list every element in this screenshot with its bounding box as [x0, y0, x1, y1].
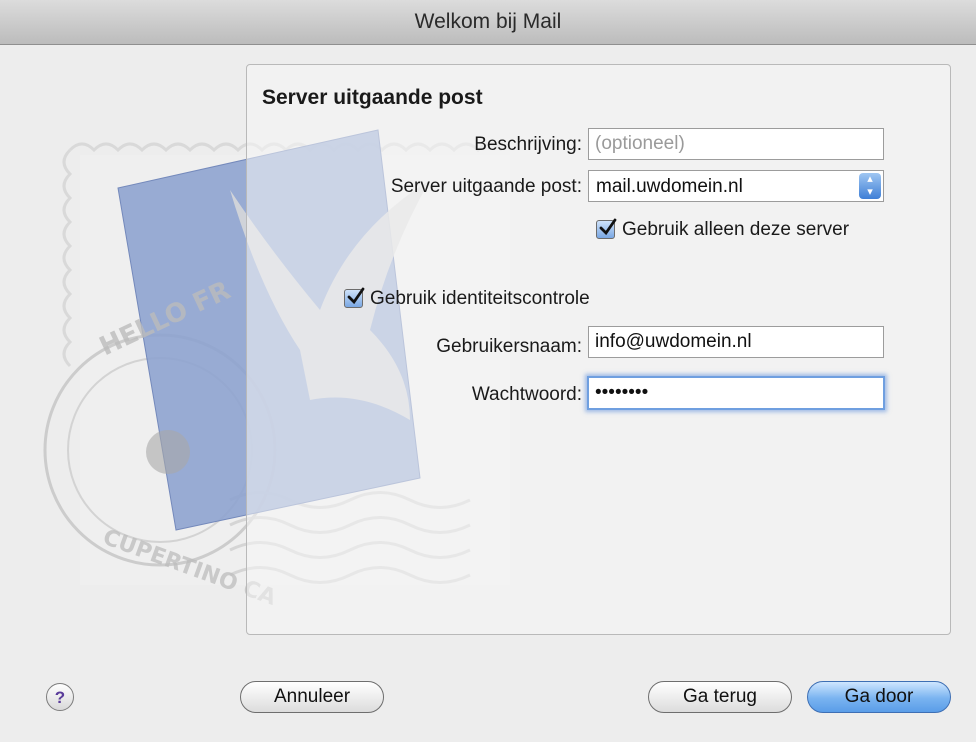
password-field[interactable] — [587, 376, 885, 410]
checkmark-icon — [599, 218, 617, 236]
username-field[interactable] — [588, 326, 884, 358]
cancel-button[interactable]: Annuleer — [240, 681, 384, 713]
use-authentication-checkbox[interactable] — [344, 287, 365, 308]
continue-button[interactable]: Ga door — [807, 681, 951, 713]
help-button[interactable]: ? — [46, 683, 74, 711]
outgoing-server-label: Server uitgaande post: — [390, 176, 582, 197]
outgoing-server-value: mail.uwdomein.nl — [596, 176, 743, 197]
password-label: Wachtwoord: — [471, 384, 582, 405]
use-authentication-label: Gebruik identiteitscontrole — [370, 288, 590, 309]
chevron-up-down-icon: ▴ ▾ — [859, 173, 881, 199]
description-label: Beschrijving: — [474, 134, 582, 155]
description-field[interactable] — [588, 128, 884, 160]
checkmark-icon — [347, 287, 365, 305]
outgoing-server-popup[interactable]: mail.uwdomein.nl ▴ ▾ — [588, 170, 884, 202]
window-title: Welkom bij Mail — [0, 0, 976, 45]
use-only-this-server-checkbox[interactable] — [596, 218, 617, 239]
use-only-this-server-label: Gebruik alleen deze server — [622, 219, 850, 240]
username-label: Gebruikersnaam: — [436, 336, 582, 357]
section-heading: Server uitgaande post — [262, 86, 483, 109]
back-button[interactable]: Ga terug — [648, 681, 792, 713]
